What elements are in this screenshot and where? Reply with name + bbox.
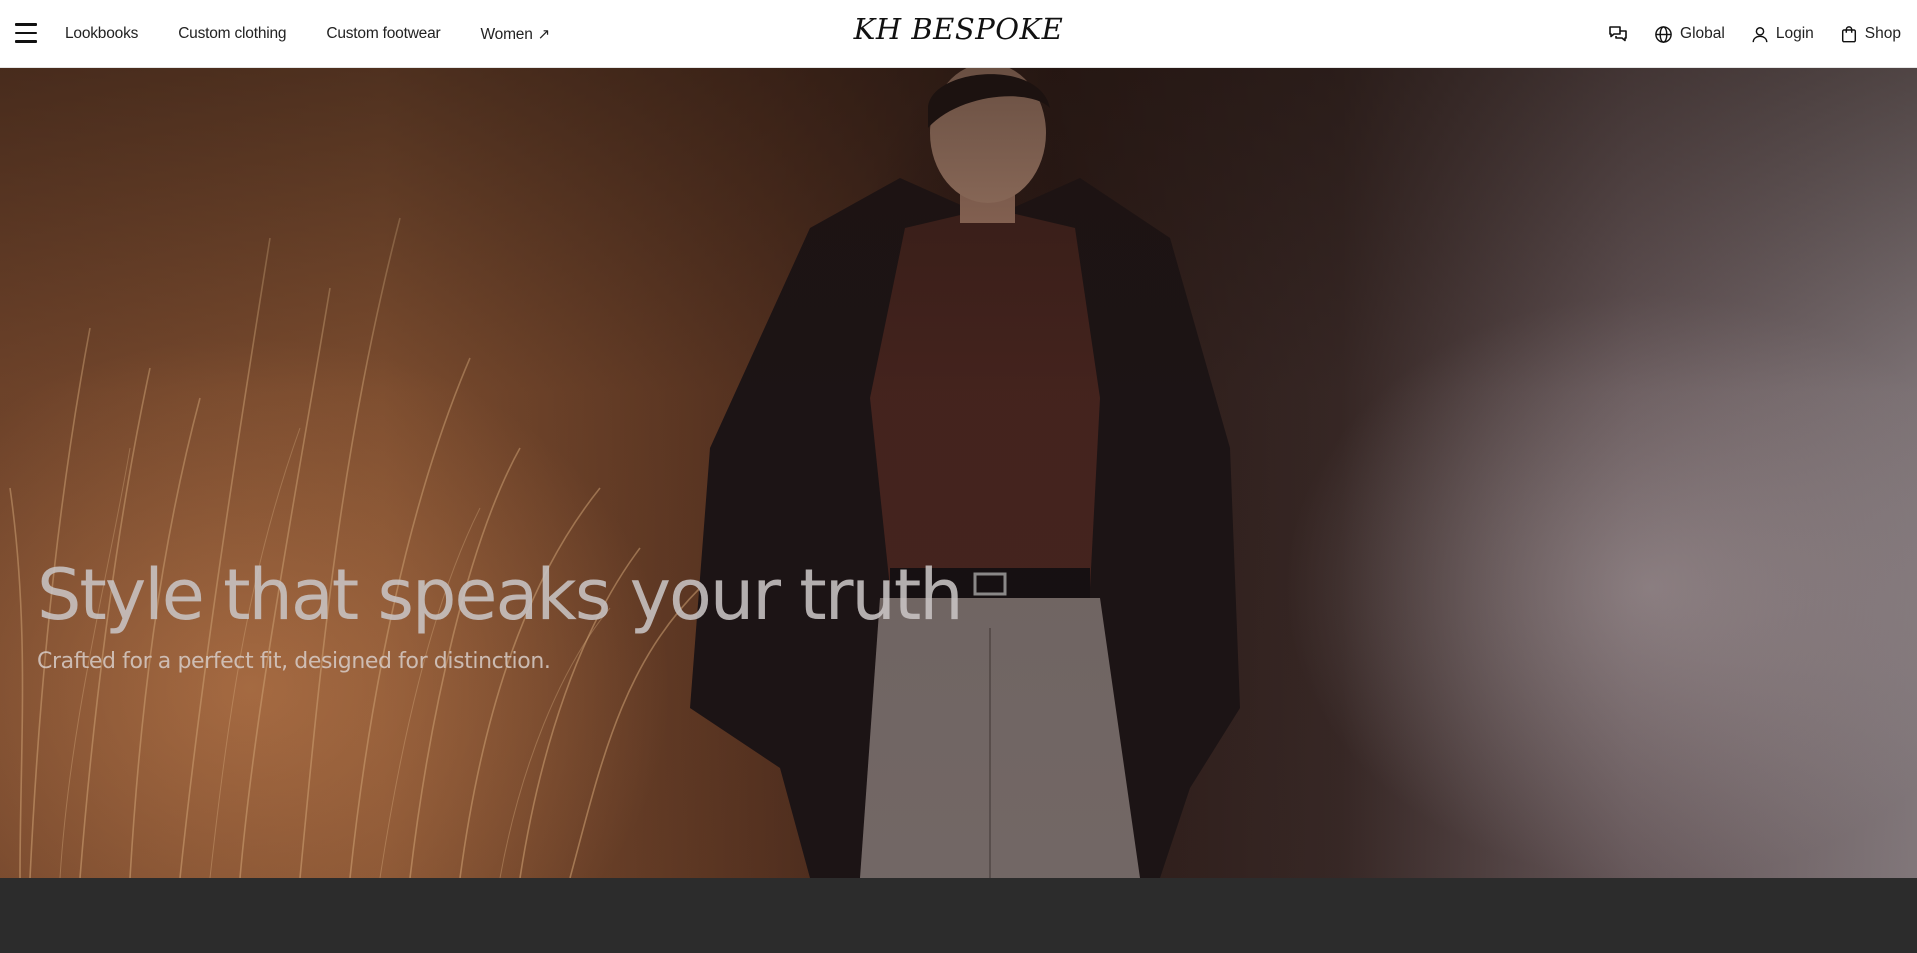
globe-icon [1655, 25, 1672, 43]
user-icon [1752, 26, 1768, 42]
login-button[interactable]: Login [1751, 25, 1814, 44]
utility-nav: Global Login Shop [1608, 0, 1901, 68]
nav-women-label: Women [480, 25, 533, 43]
chat-bubbles-icon [1609, 26, 1627, 42]
hero-banner: Style that speaks your truth Crafted for… [0, 68, 1917, 878]
top-navigation-bar: Lookbooks Custom clothing Custom footwea… [0, 0, 1917, 68]
shop-label: Shop [1864, 25, 1901, 42]
shopping-bag-icon [1841, 25, 1856, 42]
hero-overlay [0, 68, 1917, 878]
hero-subtitle: Crafted for a perfect fit, designed for … [37, 649, 551, 674]
hamburger-menu-icon[interactable] [15, 23, 37, 43]
nav-custom-footwear[interactable]: Custom footwear [326, 25, 440, 43]
nav-lookbooks[interactable]: Lookbooks [65, 25, 138, 43]
nav-women[interactable]: Women ↗ [481, 25, 551, 44]
region-selector[interactable]: Global [1654, 25, 1725, 44]
chat-button[interactable] [1608, 24, 1628, 44]
nav-custom-clothing[interactable]: Custom clothing [178, 25, 286, 43]
shop-button[interactable]: Shop [1840, 25, 1901, 44]
region-label: Global [1680, 25, 1725, 42]
brand-logo[interactable]: KH BESPOKE [854, 12, 1064, 46]
external-arrow-icon: ↗ [537, 25, 551, 43]
hero-title: Style that speaks your truth [37, 554, 964, 636]
primary-nav: Lookbooks Custom clothing Custom footwea… [65, 0, 550, 68]
next-section-band [0, 878, 1917, 953]
login-label: Login [1775, 25, 1814, 42]
